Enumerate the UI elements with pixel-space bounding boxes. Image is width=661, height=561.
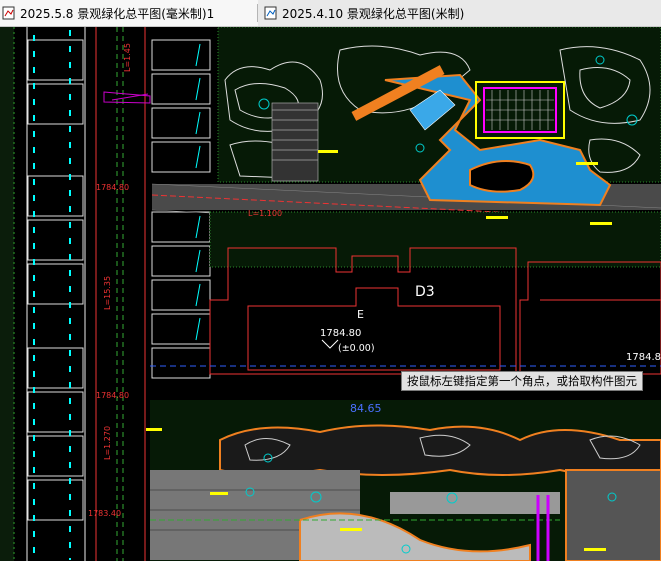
drawing-canvas[interactable]: D3 E 1784.80 (±0.00) 1784.80 84.65 1784.…: [0, 27, 661, 561]
elevation-zero: (±0.00): [338, 343, 375, 354]
elevation-left-2: 1784.80: [96, 391, 129, 400]
building-label: D3: [415, 284, 435, 300]
elevation-left-3: 1783.40: [88, 509, 121, 518]
document-tab-bar: 2025.5.8 景观绿化总平图(毫米制)1 2025.4.10 景观绿化总平图…: [0, 0, 661, 27]
slope-label-left-2: L=1.270: [103, 426, 112, 460]
elevation-left-1: 1784.80: [96, 183, 129, 192]
slope-label-path: L=1.100: [248, 209, 282, 218]
tab-document-2[interactable]: 2025.4.10 景观绿化总平图(米制): [262, 0, 492, 26]
room-marker: E: [357, 308, 364, 321]
drawing-file-icon: [2, 6, 15, 20]
pergola-hatch: [271, 102, 319, 182]
elevation-blue: 84.65: [350, 402, 382, 415]
tab-label: 2025.5.8 景观绿化总平图(毫米制)1: [20, 6, 215, 21]
slope-label-left: L=15.35: [103, 276, 112, 310]
tab-document-1[interactable]: 2025.5.8 景观绿化总平图(毫米制)1: [0, 0, 258, 26]
lower-landscape: [150, 400, 661, 561]
elevation-main: 1784.80: [320, 328, 361, 339]
drawing-file-icon: [264, 6, 277, 20]
command-prompt-tooltip: 按鼠标左键指定第一个角点，或拾取构件图元: [401, 371, 643, 391]
slope-label-top: L=1.45: [123, 43, 132, 72]
elevation-right: 1784.80: [626, 352, 661, 363]
tab-label: 2025.4.10 景观绿化总平图(米制): [282, 6, 465, 21]
